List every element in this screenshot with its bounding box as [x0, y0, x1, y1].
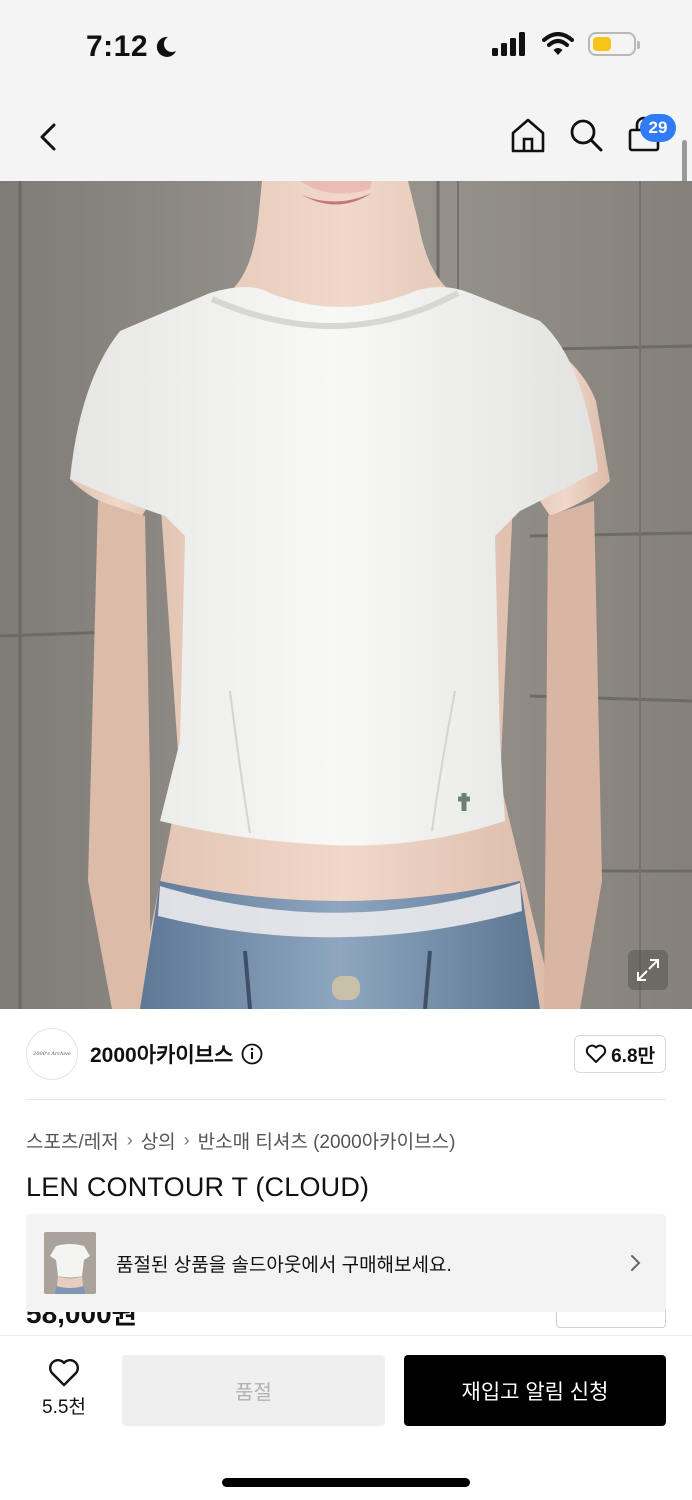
breadcrumb-item[interactable]: 스포츠/레저: [26, 1127, 119, 1154]
status-bar: 7:12: [0, 0, 692, 95]
expand-image-button[interactable]: [628, 950, 668, 990]
product-photo: [0, 181, 692, 1009]
product-title: LEN CONTOUR T (CLOUD): [26, 1172, 370, 1202]
brand-logo-text: 2000's Archive: [33, 1051, 71, 1057]
brand-like-button[interactable]: 6.8만: [574, 1035, 666, 1073]
wishlist-count: 5.5천: [42, 1397, 86, 1418]
home-icon[interactable]: [508, 115, 548, 155]
chevron-right-icon: [631, 1255, 641, 1271]
breadcrumb-item[interactable]: 반소매 티셔츠 (2000아카이브스): [198, 1127, 456, 1154]
soldout-banner[interactable]: 품절된 상품을 솔드아웃에서 구매해보세요.: [26, 1214, 666, 1312]
brand-row: 2000's Archive 2000아카이브스 6.8만: [26, 1028, 666, 1080]
banner-product-thumbnail: [44, 1232, 96, 1294]
heart-icon: [49, 1359, 79, 1387]
battery-level: [593, 37, 611, 51]
soldout-banner-text: 품절된 상품을 솔드아웃에서 구매해보세요.: [116, 1254, 452, 1276]
wifi-icon: [542, 32, 574, 55]
search-icon[interactable]: [566, 115, 606, 155]
status-time: 7:12: [86, 30, 149, 63]
breadcrumb: 스포츠/레저 › 상의 › 반소매 티셔츠 (2000아카이브스): [26, 1127, 455, 1154]
chevron-right-icon: ›: [183, 1130, 190, 1150]
restock-alert-button[interactable]: 재입고 알림 신청: [404, 1355, 666, 1426]
battery-icon: [588, 32, 640, 56]
brand-name[interactable]: 2000아카이브스: [90, 1039, 233, 1069]
expand-icon: [637, 959, 659, 981]
top-navigation: [0, 95, 692, 181]
info-icon[interactable]: [241, 1043, 263, 1065]
cart-count-badge: 29: [640, 114, 676, 142]
status-time-group: 7:12: [86, 30, 178, 64]
product-image[interactable]: [0, 181, 692, 1009]
brand-logo[interactable]: 2000's Archive: [26, 1028, 78, 1080]
home-indicator: [222, 1478, 470, 1487]
divider: [26, 1099, 666, 1100]
moon-icon: [156, 36, 177, 57]
breadcrumb-item[interactable]: 상의: [141, 1127, 176, 1154]
heart-icon: [585, 1044, 607, 1063]
signal-icon: [492, 32, 525, 56]
soldout-button[interactable]: 품절: [122, 1355, 385, 1426]
wishlist-button[interactable]: 5.5천: [26, 1358, 102, 1424]
chevron-left-icon[interactable]: [30, 117, 70, 157]
status-indicators: [492, 32, 640, 56]
chevron-right-icon: ›: [126, 1130, 133, 1150]
brand-like-count: 6.8만: [611, 1045, 655, 1067]
